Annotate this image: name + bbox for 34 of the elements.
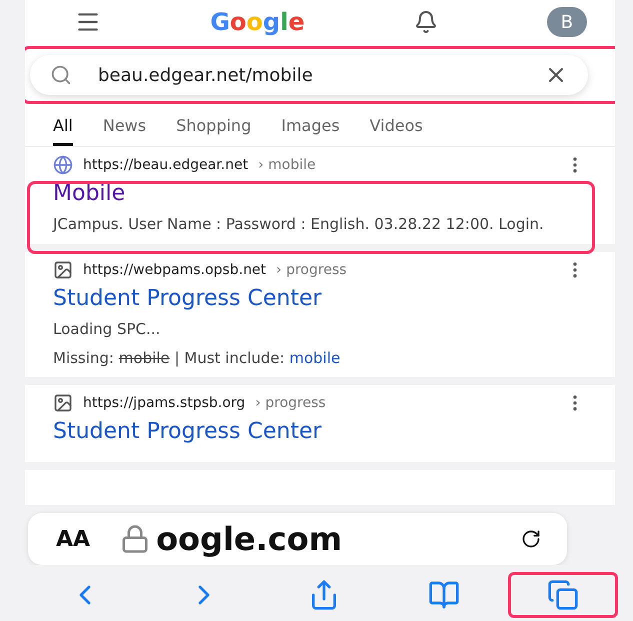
book-icon [428, 579, 460, 611]
tabs-icon [547, 579, 580, 611]
logo: Google [210, 8, 305, 36]
tab[interactable]: News [102, 112, 146, 146]
result-path: › progress [276, 262, 348, 278]
result-path: › mobile [258, 157, 317, 173]
result-path: › progress [255, 395, 327, 411]
text-size-button[interactable]: AA [50, 526, 96, 552]
tab[interactable]: Shopping [176, 112, 252, 146]
tab[interactable]: Images [281, 112, 340, 146]
bell-icon[interactable] [414, 10, 438, 34]
reload-icon[interactable] [521, 529, 541, 549]
search-icon [50, 64, 72, 86]
include-term-link[interactable]: mobile [289, 349, 340, 367]
address-bar[interactable]: AA oogle.com [28, 513, 567, 565]
result-title[interactable]: Mobile [53, 181, 585, 206]
result-snippet: Loading SPC... [53, 319, 162, 339]
result-url: https://beau.edgear.net [83, 157, 248, 173]
result-title[interactable]: Student Progress Center [53, 419, 585, 444]
avatar[interactable]: B [546, 7, 587, 37]
image-icon [53, 260, 73, 280]
address-domain: oogle.com [156, 520, 342, 558]
result-snippet: JCampus. User Name : Password : English. 03.28.22 12:00. Login. [53, 214, 545, 234]
result-title[interactable]: Student Progress Center [53, 286, 585, 311]
search-field[interactable]: beau.edgear.net/mobile [30, 55, 588, 95]
globe-icon [53, 155, 73, 175]
tabs-button[interactable] [508, 572, 618, 618]
lock-icon [120, 524, 150, 554]
result-url: https://webpams.opsb.net [83, 262, 266, 278]
tab[interactable]: All [53, 112, 73, 146]
missing-terms: Missing: mobile | Must include: mobile [53, 349, 342, 367]
result-url: https://jpams.stpsb.org [83, 395, 246, 411]
image-icon [53, 393, 73, 413]
tab[interactable]: Videos [370, 112, 423, 146]
